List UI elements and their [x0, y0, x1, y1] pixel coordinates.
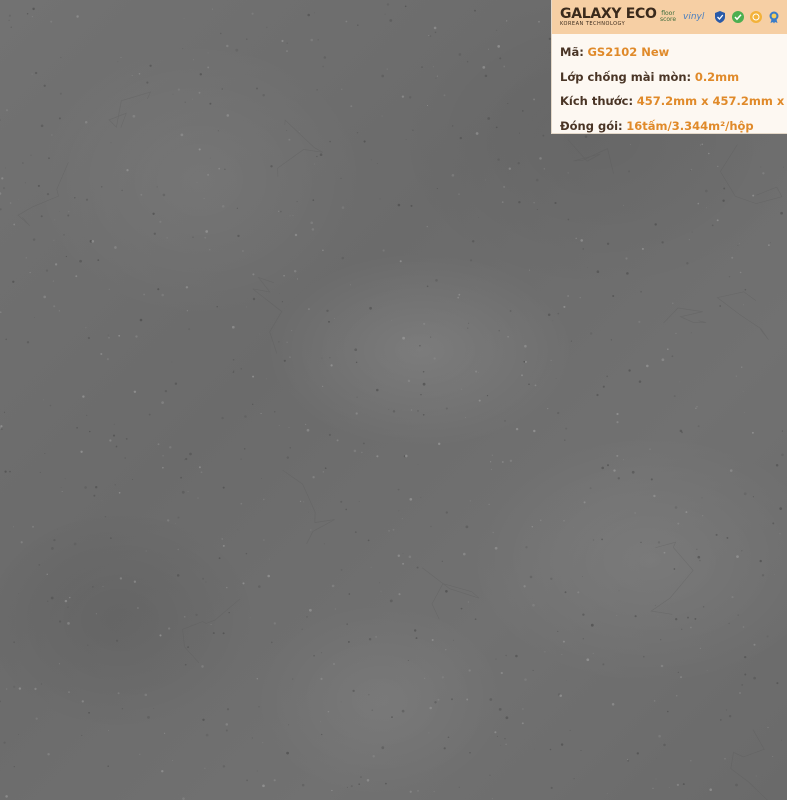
wear-layer-value: 0.2mm [694, 69, 740, 84]
check-leaf-icon [732, 11, 744, 23]
product-code-row: Mã: GS2102 New [560, 42, 787, 67]
size-label: Kích thước: [560, 94, 634, 108]
award-medal-icon [769, 11, 779, 24]
sun-icon [750, 11, 762, 23]
size-value: 457.2mm x 457.2mm x 3mm [636, 94, 787, 108]
tile-preview: GALAXY ECO KOREAN TECHNOLOGY floor score… [0, 0, 787, 800]
shield-icon [715, 11, 725, 23]
packaging-value: 16tấm/3.344m²/hộp [626, 118, 754, 133]
brand-tagline: KOREAN TECHNOLOGY [560, 21, 626, 27]
packaging-row: Đóng gói: 16tấm/3.344m²/hộp [560, 116, 787, 141]
floorscore-badge: floor score [659, 10, 677, 23]
certification-badges: floor score vinyl [657, 10, 781, 24]
packaging-label: Đóng gói: [560, 118, 623, 133]
brand-bar: GALAXY ECO KOREAN TECHNOLOGY floor score… [552, 0, 787, 34]
brand-name: GALAXY ECO [560, 6, 657, 22]
product-details: Mã: GS2102 New Lớp chống mài mòn: 0.2mm … [552, 34, 787, 140]
product-code-label: Mã: [560, 45, 584, 59]
product-info-card: GALAXY ECO KOREAN TECHNOLOGY floor score… [551, 0, 787, 134]
wear-layer-label: Lớp chống mài mòn: [560, 69, 692, 84]
product-code-value: GS2102 New [587, 45, 670, 59]
vinyl-badge: vinyl [683, 12, 705, 22]
size-row: Kích thước: 457.2mm x 457.2mm x 3mm [560, 91, 787, 116]
wear-layer-row: Lớp chống mài mòn: 0.2mm [560, 67, 787, 92]
brand-logo: GALAXY ECO KOREAN TECHNOLOGY [560, 7, 657, 27]
